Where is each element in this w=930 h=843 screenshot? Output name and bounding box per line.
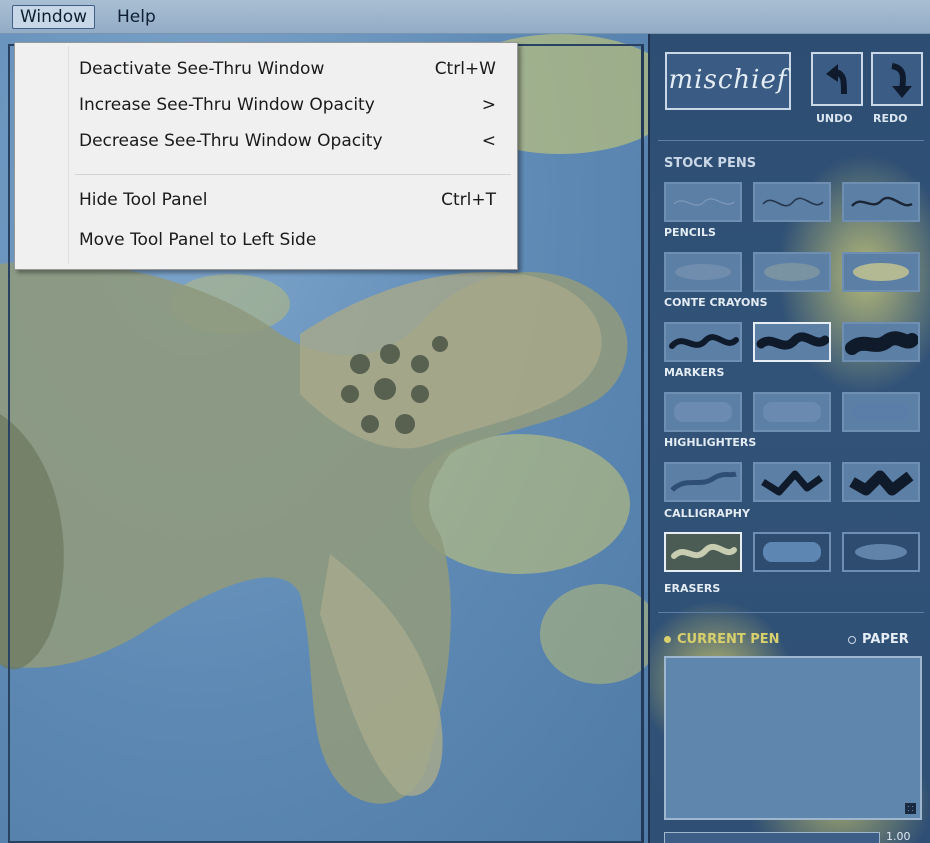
- pen-preview-area[interactable]: [664, 656, 922, 820]
- menu-item-increase-opacity[interactable]: Increase See-Thru Window Opacity >: [17, 89, 514, 121]
- current-pen-radio[interactable]: CURRENT PEN: [664, 632, 780, 647]
- calligraphy-swatch-1[interactable]: [664, 462, 742, 502]
- menu-item-label: Hide Tool Panel: [79, 190, 208, 210]
- undo-arrow-icon: [826, 64, 847, 95]
- eraser-swatch-1[interactable]: [664, 532, 742, 572]
- paper-radio[interactable]: PAPER: [848, 632, 909, 647]
- radio-empty-icon: [848, 635, 856, 644]
- menu-separator: [75, 174, 511, 175]
- undo-label: UNDO: [816, 112, 853, 125]
- menu-item-shortcut: <: [481, 131, 496, 151]
- markers-label: MARKERS: [664, 366, 725, 379]
- menu-item-hide-tool-panel[interactable]: Hide Tool Panel Ctrl+T: [17, 184, 514, 216]
- window-dropdown-menu: Deactivate See-Thru Window Ctrl+W Increa…: [14, 42, 518, 270]
- conte-crayons-label: CONTE CRAYONS: [664, 296, 768, 309]
- grid-icon[interactable]: [905, 803, 916, 814]
- divider: [658, 140, 924, 141]
- menu-window[interactable]: Window: [12, 5, 96, 29]
- highlighter-swatch-1[interactable]: [664, 392, 742, 432]
- current-pen-label: CURRENT PEN: [677, 632, 780, 647]
- menu-item-shortcut: Ctrl+W: [434, 59, 496, 79]
- eraser-swatch-3[interactable]: [842, 532, 920, 572]
- divider: [658, 612, 924, 613]
- paper-label: PAPER: [862, 632, 909, 647]
- calligraphy-swatch-3[interactable]: [842, 462, 920, 502]
- menu-bar: Window Help: [0, 0, 930, 34]
- menu-item-label: Increase See-Thru Window Opacity: [79, 95, 375, 115]
- menu-item-move-tool-panel[interactable]: Move Tool Panel to Left Side: [17, 224, 514, 256]
- pencil-swatch-2[interactable]: [753, 182, 831, 222]
- conte-crayon-swatch-1[interactable]: [664, 252, 742, 292]
- calligraphy-swatch-2[interactable]: [753, 462, 831, 502]
- menu-item-label: Decrease See-Thru Window Opacity: [79, 131, 383, 151]
- pen-size-slider[interactable]: [664, 832, 880, 843]
- conte-crayon-swatch-2[interactable]: [753, 252, 831, 292]
- redo-label: REDO: [873, 112, 908, 125]
- erasers-label: ERASERS: [664, 582, 721, 595]
- pencil-swatch-3[interactable]: [842, 182, 920, 222]
- menu-item-label: Move Tool Panel to Left Side: [79, 230, 317, 250]
- undo-button[interactable]: [811, 52, 863, 106]
- calligraphy-label: CALLIGRAPHY: [664, 507, 750, 520]
- eraser-swatch-2[interactable]: [753, 532, 831, 572]
- conte-crayon-swatch-3[interactable]: [842, 252, 920, 292]
- menu-item-shortcut: >: [481, 95, 496, 115]
- highlighters-label: HIGHLIGHTERS: [664, 436, 757, 449]
- redo-button[interactable]: [871, 52, 923, 106]
- menu-help[interactable]: Help: [110, 6, 163, 28]
- menu-item-deactivate-see-thru[interactable]: Deactivate See-Thru Window Ctrl+W: [17, 53, 514, 85]
- menu-item-label: Deactivate See-Thru Window: [79, 59, 325, 79]
- pencil-swatch-1[interactable]: [664, 182, 742, 222]
- radio-selected-icon: [664, 636, 671, 643]
- pen-size-value: 1.00: [886, 830, 911, 843]
- marker-swatch-2[interactable]: [753, 322, 831, 362]
- stock-pens-title: STOCK PENS: [664, 156, 757, 171]
- pencils-label: PENCILS: [664, 226, 716, 239]
- menu-item-shortcut: Ctrl+T: [441, 190, 496, 210]
- tool-panel: mischief UNDO REDO STOCK PENS PENCILS CO…: [648, 34, 930, 843]
- redo-arrow-icon: [891, 63, 912, 98]
- highlighter-swatch-3[interactable]: [842, 392, 920, 432]
- marker-swatch-1[interactable]: [664, 322, 742, 362]
- mischief-logo-button[interactable]: mischief: [665, 52, 791, 110]
- menu-item-decrease-opacity[interactable]: Decrease See-Thru Window Opacity <: [17, 125, 514, 157]
- marker-swatch-3[interactable]: [842, 322, 920, 362]
- highlighter-swatch-2[interactable]: [753, 392, 831, 432]
